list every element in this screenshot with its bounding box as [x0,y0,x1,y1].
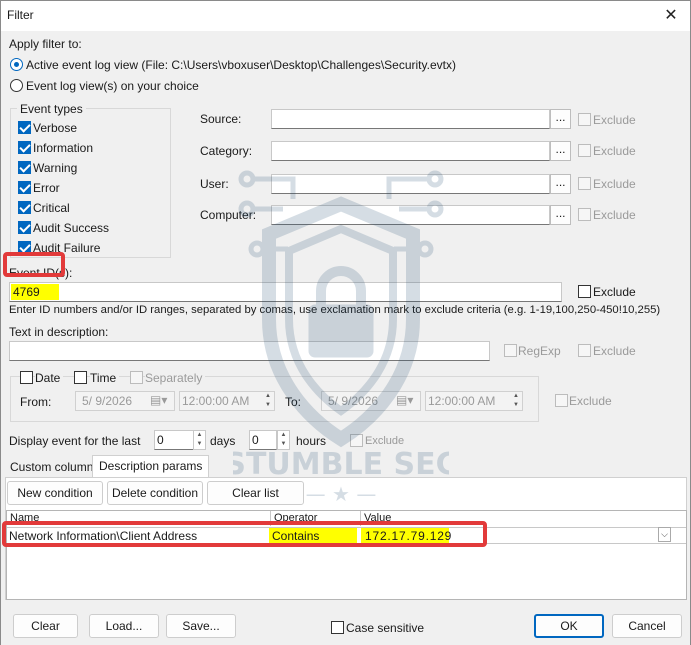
radio-active-log-view[interactable] [10,58,23,71]
text-exclude-label: Exclude [593,344,636,358]
event-id-value: 4769 [13,285,40,299]
case-sensitive-label: Case sensitive [346,621,425,635]
load-button[interactable]: Load... [89,614,159,638]
source-label: Source: [200,112,242,126]
datetime-exclude-checkbox[interactable] [555,394,568,407]
time-checkbox[interactable] [74,371,87,384]
filter-dialog: Filter ✕ Apply filter to: Active event l… [0,0,691,645]
event-type-label: Audit Success [33,221,110,235]
from-label: From: [20,395,52,409]
date-checkbox[interactable] [20,371,33,384]
ok-button[interactable]: OK [534,614,604,638]
user-exclude-checkbox[interactable] [578,177,591,190]
category-browse-button[interactable]: ... [550,141,571,161]
event-type-label: Error [33,181,60,195]
days-label: days [210,434,236,448]
radio-log-views-choice[interactable] [10,79,23,92]
event-type-label: Critical [33,201,70,215]
clear-button[interactable]: Clear [13,614,78,638]
separately-label: Separately [145,371,206,385]
event-type-label: Information [33,141,94,155]
source-exclude-label: Exclude [593,113,636,127]
window-title: Filter [7,8,34,22]
event-id-annotation-box [3,252,65,277]
watermark: STUMBLE SEC — ★ — [224,149,458,509]
event-id-exclude-checkbox[interactable] [578,285,591,298]
star-icon: — ★ — [306,482,377,506]
from-date-value: 5/ 9/2026 [82,394,133,408]
datetime-exclude-label: Exclude [569,394,612,408]
event-type-checkbox[interactable] [18,141,31,154]
cancel-button[interactable]: Cancel [612,614,682,638]
user-label: User: [200,177,229,191]
computer-browse-button[interactable]: ... [550,205,571,225]
text-description-label: Text in description: [9,325,109,339]
event-type-checkbox[interactable] [18,161,31,174]
event-type-checkbox[interactable] [18,221,31,234]
separately-checkbox[interactable] [130,371,143,384]
event-type-checkbox[interactable] [18,121,31,134]
watermark-text: STUMBLE SEC [233,447,449,482]
case-sensitive-checkbox[interactable] [331,621,344,634]
tab-description-params[interactable]: Description params [92,455,210,478]
to-time-spinner[interactable]: ▲ ▼ [510,392,522,412]
event-type-checkbox[interactable] [18,181,31,194]
chevron-down-icon[interactable]: ⌵ [658,527,671,542]
computer-exclude-checkbox[interactable] [578,208,591,221]
user-exclude-label: Exclude [593,177,636,191]
row-annotation-box [2,521,487,547]
radio-active-log-view-label[interactable]: Active event log view (File: C:\Users\vb… [26,58,456,72]
days-input[interactable]: 0 [154,430,194,450]
source-exclude-checkbox[interactable] [578,113,591,126]
time-label: Time [90,371,120,385]
days-spinner[interactable]: ▲ ▼ [193,430,206,450]
regexp-label: RegExp [518,344,561,358]
radio-log-views-choice-label[interactable]: Event log view(s) on your choice [26,79,199,93]
source-browse-button[interactable]: ... [550,109,571,129]
regexp-checkbox[interactable] [504,344,517,357]
close-icon[interactable]: ✕ [654,1,688,31]
user-browse-button[interactable]: ... [550,174,571,194]
date-label: Date [35,371,64,385]
new-condition-button[interactable]: New condition [7,481,103,505]
tab-custom-columns[interactable]: Custom columns [4,457,105,477]
text-exclude-checkbox[interactable] [578,344,591,357]
source-input[interactable] [271,109,550,129]
event-id-exclude-label: Exclude [593,285,636,299]
apply-filter-label: Apply filter to: [9,37,82,51]
from-date-picker[interactable]: 5/ 9/2026 ▤▾ [75,391,175,411]
shield-lock-icon: STUMBLE SEC — ★ — [224,170,458,506]
delete-condition-button[interactable]: Delete condition [107,481,203,505]
calendar-icon[interactable]: ▤▾ [150,393,167,407]
display-last-label: Display event for the last [9,434,141,448]
category-exclude-label: Exclude [593,144,636,158]
event-type-label: Verbose [33,121,78,135]
save-button[interactable]: Save... [166,614,236,638]
event-types-legend: Event types [17,102,86,116]
category-exclude-checkbox[interactable] [578,144,591,157]
event-type-label: Warning [33,161,78,175]
days-value: 0 [157,433,164,447]
computer-exclude-label: Exclude [593,208,636,222]
title-bar: Filter ✕ [1,1,690,31]
event-type-checkbox[interactable] [18,201,31,214]
